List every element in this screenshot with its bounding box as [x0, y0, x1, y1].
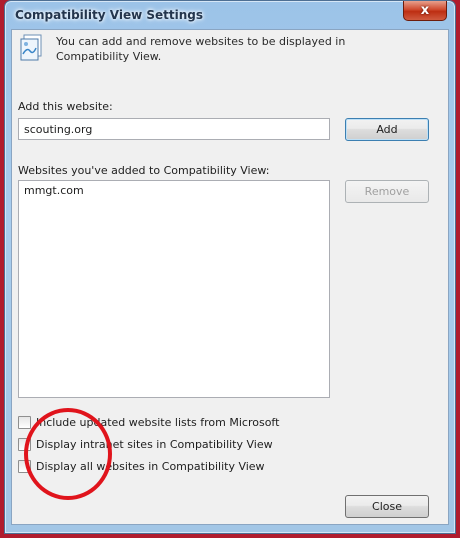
checkbox[interactable]	[18, 415, 31, 429]
add-button[interactable]: Add	[345, 118, 429, 141]
website-list-label: Websites you've added to Compatibility V…	[18, 164, 270, 177]
website-list[interactable]: mmgt.com	[18, 180, 330, 398]
website-input[interactable]	[18, 118, 330, 140]
window-close-button[interactable]: x	[403, 1, 447, 21]
option-label: Include updated website lists from Micro…	[36, 415, 280, 429]
title-bar[interactable]: Compatibility View Settings x	[5, 1, 455, 29]
option-intranet-sites[interactable]: Display intranet sites in Compatibility …	[18, 436, 273, 452]
remove-button[interactable]: Remove	[345, 180, 429, 203]
option-updated-lists[interactable]: Include updated website lists from Micro…	[18, 414, 279, 430]
info-text: You can add and remove websites to be di…	[56, 35, 346, 63]
option-label: Display intranet sites in Compatibility …	[36, 437, 273, 451]
window-title: Compatibility View Settings	[15, 8, 203, 22]
web-pages-icon	[20, 34, 42, 61]
option-label: Display all websites in Compatibility Vi…	[36, 459, 265, 473]
checkbox[interactable]	[18, 459, 31, 473]
close-button[interactable]: Close	[345, 495, 429, 518]
add-website-label: Add this website:	[18, 100, 113, 113]
option-all-websites[interactable]: Display all websites in Compatibility Vi…	[18, 458, 265, 474]
checkbox[interactable]	[18, 437, 31, 451]
list-item[interactable]: mmgt.com	[19, 181, 329, 200]
